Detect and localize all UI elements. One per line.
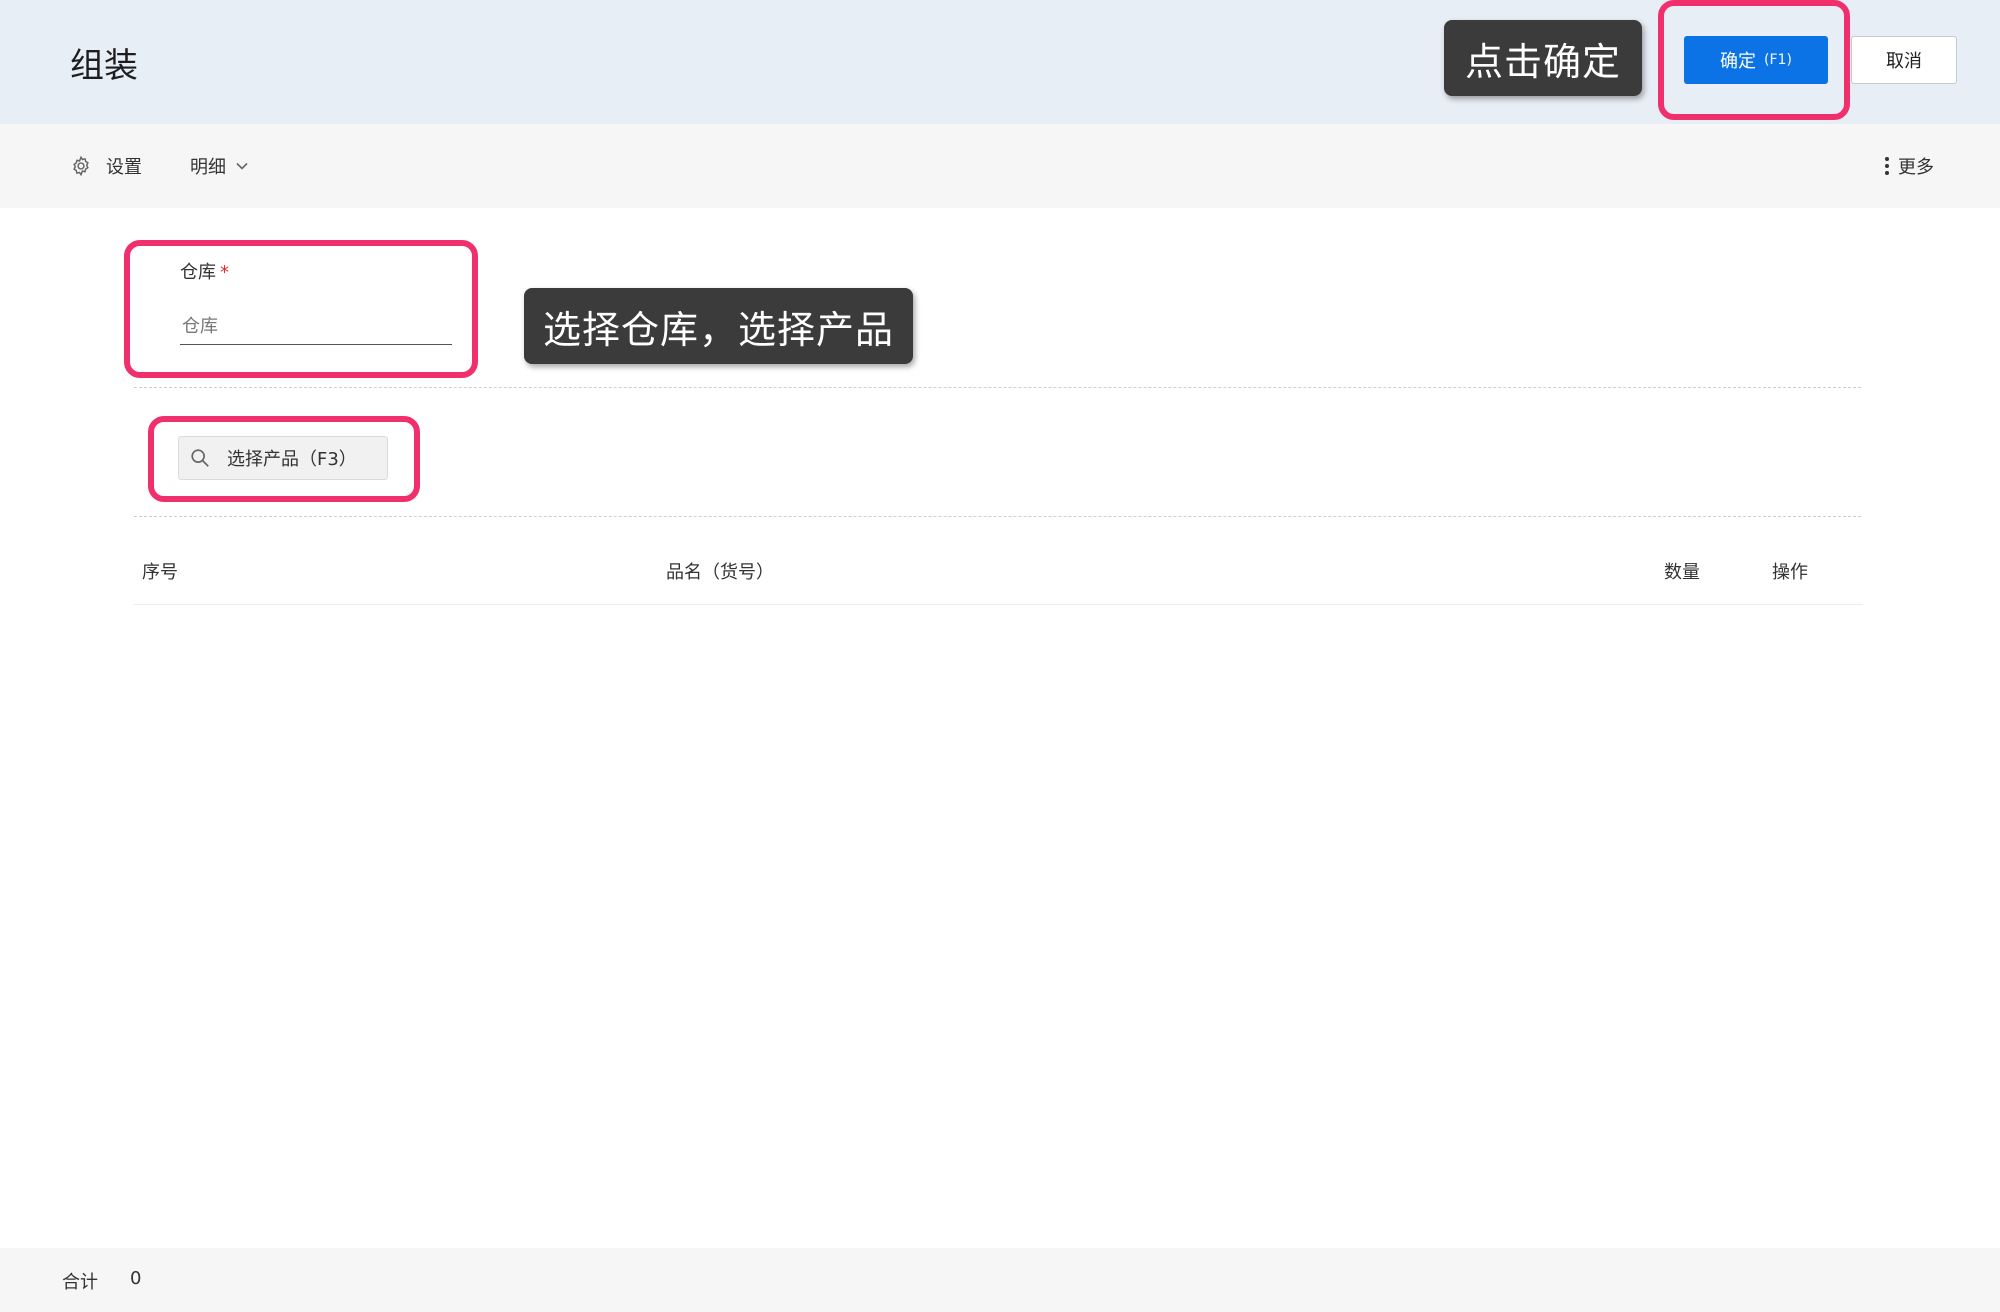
- chevron-down-icon: [234, 158, 250, 174]
- confirm-tooltip: 点击确定: [1444, 20, 1642, 96]
- column-quantity: 数量: [1664, 562, 1700, 583]
- column-product-name: 品名（货号）: [666, 562, 774, 583]
- detail-dropdown[interactable]: 明细: [190, 150, 250, 182]
- total-value: 0: [130, 1268, 142, 1289]
- cancel-button[interactable]: 取消: [1851, 36, 1957, 84]
- highlight-product-search: [148, 416, 420, 502]
- section-divider: [134, 516, 1861, 517]
- more-label: 更多: [1898, 157, 1934, 178]
- section-divider: [134, 387, 1861, 388]
- highlight-confirm: [1658, 0, 1850, 120]
- settings-button[interactable]: 设置: [70, 150, 142, 182]
- vertical-dots-icon: [1884, 156, 1890, 176]
- more-button[interactable]: 更多: [1884, 150, 1934, 182]
- settings-label: 设置: [106, 157, 142, 178]
- total-label: 合计: [62, 1272, 98, 1293]
- detail-label: 明细: [190, 157, 226, 178]
- page: 组装 确定 (F1) 取消 设置 明细 更多 仓库 * 仓库 选择产品（F3） …: [0, 0, 2000, 1312]
- gear-icon: [70, 155, 92, 177]
- select-tooltip: 选择仓库，选择产品: [524, 288, 913, 364]
- highlight-warehouse: [124, 240, 478, 378]
- column-operation: 操作: [1772, 562, 1808, 583]
- page-title: 组装: [70, 46, 138, 86]
- toolbar: 设置 明细 更多: [0, 124, 2000, 208]
- footer-bar: 合计 0: [0, 1248, 2000, 1312]
- column-index: 序号: [142, 562, 178, 583]
- table-header: 序号 品名（货号） 数量 操作: [134, 540, 1863, 605]
